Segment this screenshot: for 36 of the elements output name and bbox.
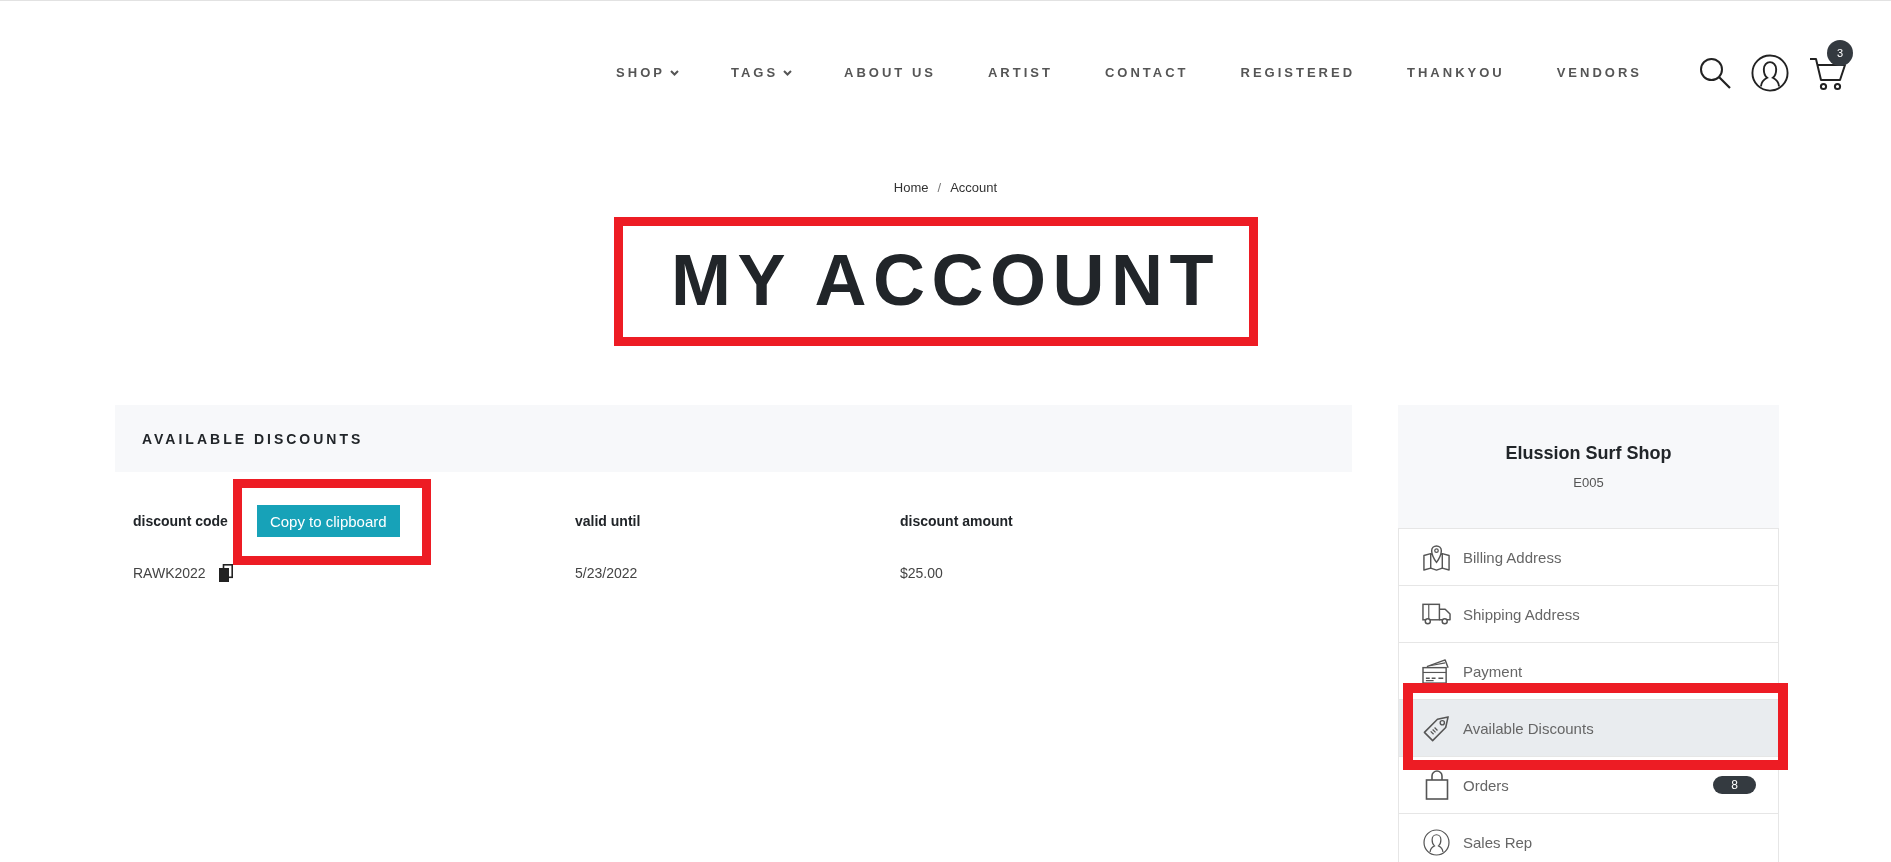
nav-link[interactable]: SHOP xyxy=(616,65,679,80)
credit-card-icon xyxy=(1422,657,1451,685)
nav-link[interactable]: ABOUT US xyxy=(844,65,936,80)
nav-link[interactable]: TAGS xyxy=(730,65,793,80)
table-cell: $25.00 xyxy=(900,565,943,581)
page-title: MY ACCOUNT xyxy=(671,244,1220,316)
menu-item[interactable]: Available Discounts xyxy=(1398,700,1779,757)
column-header: discount code xyxy=(133,513,228,529)
truck-icon xyxy=(1422,602,1451,626)
panel-heading: AVAILABLE DISCOUNTS xyxy=(142,430,364,447)
map-pin-icon xyxy=(1422,542,1451,572)
nav-link[interactable]: REGISTERED xyxy=(1240,65,1356,80)
menu-item[interactable]: Sales Rep xyxy=(1398,814,1779,862)
user-icon xyxy=(1423,828,1450,856)
account-id: E005 xyxy=(1573,475,1604,491)
table-cell: RAWK2022 xyxy=(133,565,206,581)
menu-item[interactable]: Billing Address xyxy=(1398,529,1779,586)
column-header: discount amount xyxy=(900,513,1013,529)
breadcrumb-separator: / xyxy=(937,179,942,197)
count-badge: 8 xyxy=(1713,776,1756,794)
shopping-bag-icon xyxy=(1424,770,1449,800)
nav-link[interactable]: THANKYOU xyxy=(1407,65,1505,80)
account-name: Elussion Surf Shop xyxy=(1505,442,1672,464)
table-cell: 5/23/2022 xyxy=(575,565,638,581)
nav-link[interactable]: CONTACT xyxy=(1104,65,1189,80)
menu-item[interactable]: Shipping Address xyxy=(1398,586,1779,643)
search-icon[interactable] xyxy=(1699,56,1731,89)
user-icon[interactable] xyxy=(1751,53,1789,92)
nav-link[interactable]: ARTIST xyxy=(987,65,1053,80)
copy-icon[interactable] xyxy=(218,564,233,582)
breadcrumb-link[interactable]: Home xyxy=(893,179,929,197)
column-header: valid until xyxy=(575,513,641,529)
cart-count-badge: 3 xyxy=(1827,39,1853,66)
nav-link[interactable]: VENDORS xyxy=(1556,65,1642,80)
tag-icon xyxy=(1422,713,1451,743)
breadcrumb-current: Account xyxy=(950,179,998,197)
